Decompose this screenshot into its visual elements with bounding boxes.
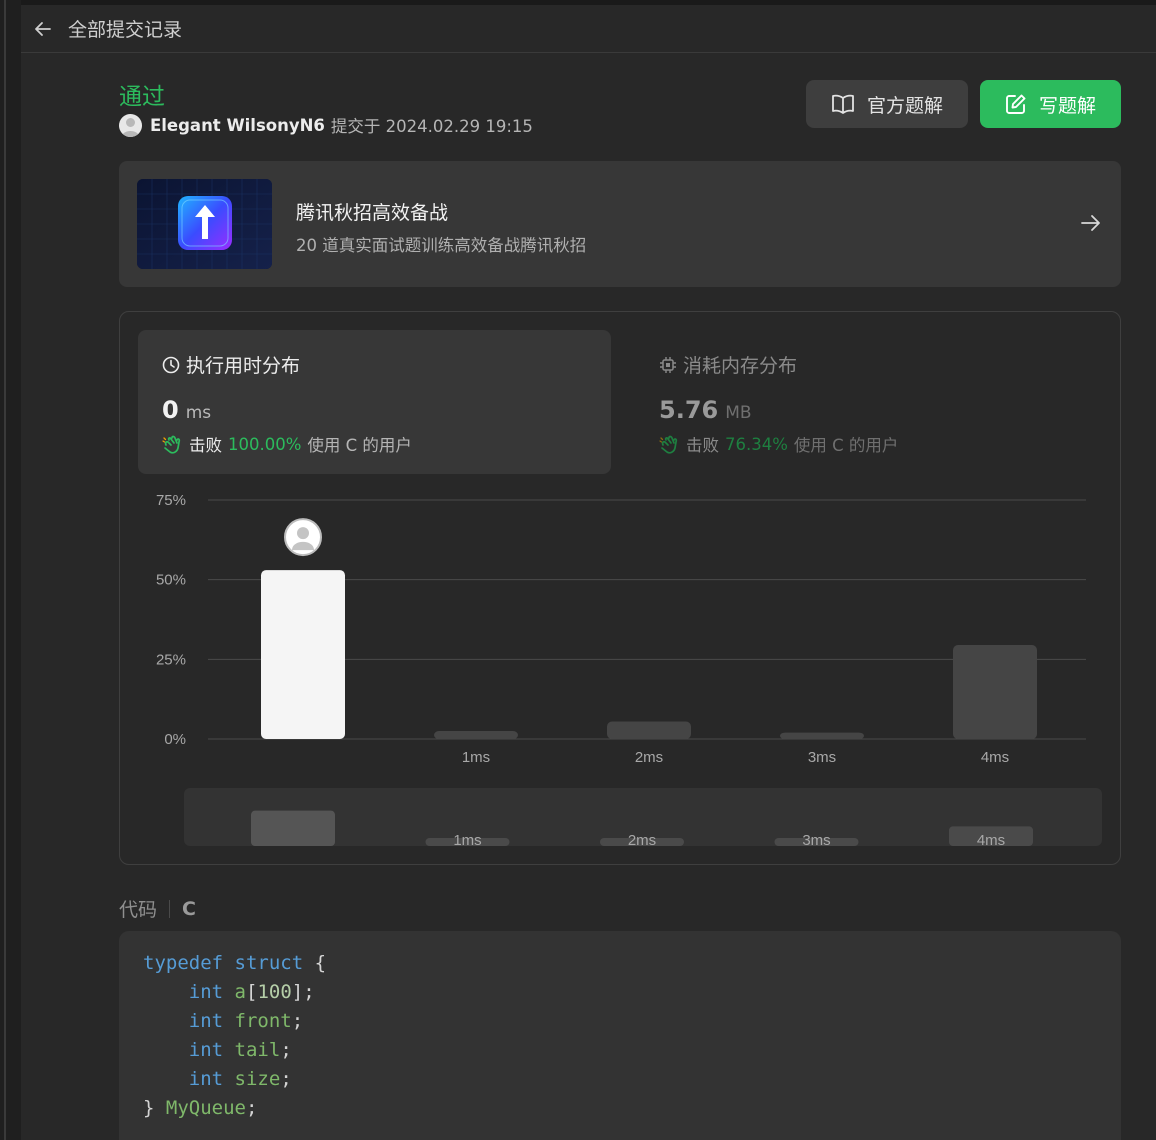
chart-bar bbox=[607, 721, 691, 739]
code-block[interactable]: typedef struct { int a[100]; int front; … bbox=[119, 931, 1121, 1140]
stats-box: 执行用时分布 0 ms 击败 100.00% 使用 C 的用户 消耗内存分布 5… bbox=[119, 311, 1121, 865]
navigator-tick-label: 3ms bbox=[802, 832, 830, 849]
code-line: int front; bbox=[188, 1010, 304, 1032]
y-tick-label: 25% bbox=[156, 651, 186, 668]
navigator-tick-label: 2ms bbox=[628, 832, 656, 849]
x-tick-label: 3ms bbox=[808, 749, 836, 766]
code-line: int a[100]; bbox=[188, 981, 315, 1003]
banner-title: 腾讯秋招高效备战 bbox=[296, 202, 449, 224]
navigator-tick-label: 4ms bbox=[977, 832, 1005, 849]
chart-bar bbox=[434, 731, 518, 739]
x-tick-label: 1ms bbox=[462, 749, 490, 766]
chart-bar bbox=[780, 732, 864, 739]
code-line: typedef struct { bbox=[143, 952, 327, 974]
official-solution-button[interactable]: 官方题解 bbox=[806, 80, 968, 128]
write-solution-button[interactable]: 写题解 bbox=[980, 80, 1121, 128]
code-label: 代码 bbox=[119, 899, 158, 921]
avatar[interactable] bbox=[119, 113, 142, 137]
avatar-head bbox=[297, 527, 309, 540]
submission-panel: 全部提交记录 通过 Elegant WilsonyN6 提交于 2024.02.… bbox=[21, 5, 1156, 1140]
promo-banner[interactable]: 腾讯秋招高效备战 20 道真实面试题训练高效备战腾讯秋招 bbox=[119, 161, 1121, 287]
write-solution-label: 写题解 bbox=[1038, 94, 1096, 117]
username[interactable]: Elegant WilsonyN6 bbox=[150, 116, 325, 135]
navigator-tick-label: 1ms bbox=[453, 832, 481, 849]
navigator-bar bbox=[251, 810, 335, 846]
back-arrow-icon[interactable] bbox=[32, 18, 54, 40]
code-line: int size; bbox=[188, 1068, 292, 1090]
book-icon bbox=[832, 94, 854, 114]
code-language: C bbox=[182, 897, 196, 920]
chart-bar bbox=[261, 570, 345, 739]
edit-icon bbox=[1006, 94, 1026, 114]
banner-subtitle: 20 道真实面试题训练高效备战腾讯秋招 bbox=[296, 236, 587, 255]
submission-status: 通过 bbox=[119, 84, 165, 110]
submission-meta: Elegant WilsonyN6 提交于 2024.02.29 19:15 bbox=[119, 113, 533, 137]
code-line: } MyQueue; bbox=[143, 1097, 258, 1119]
official-solution-label: 官方题解 bbox=[866, 94, 943, 117]
y-tick-label: 0% bbox=[164, 731, 186, 748]
arrow-right-icon bbox=[1081, 215, 1100, 231]
y-tick-label: 50% bbox=[156, 572, 186, 589]
x-tick-label: 2ms bbox=[635, 749, 663, 766]
code-header: 代码 C bbox=[119, 895, 196, 922]
code-separator bbox=[169, 899, 171, 918]
x-tick-label: 4ms bbox=[981, 749, 1009, 766]
chart-bar bbox=[953, 644, 1037, 739]
submitted-time: 提交于 2024.02.29 19:15 bbox=[330, 117, 533, 136]
header-title[interactable]: 全部提交记录 bbox=[68, 15, 182, 42]
y-tick-label: 75% bbox=[156, 492, 186, 509]
banner-image bbox=[137, 179, 272, 269]
left-scrollbar[interactable] bbox=[0, 0, 21, 1140]
panel-header: 全部提交记录 bbox=[21, 5, 1156, 53]
code-line: int tail; bbox=[188, 1039, 292, 1061]
runtime-distribution-chart[interactable]: 0% 25% 50% 75% 1ms 2ms 3ms 4ms 1ms 2ms 3ms 4ms bbox=[120, 312, 1120, 864]
